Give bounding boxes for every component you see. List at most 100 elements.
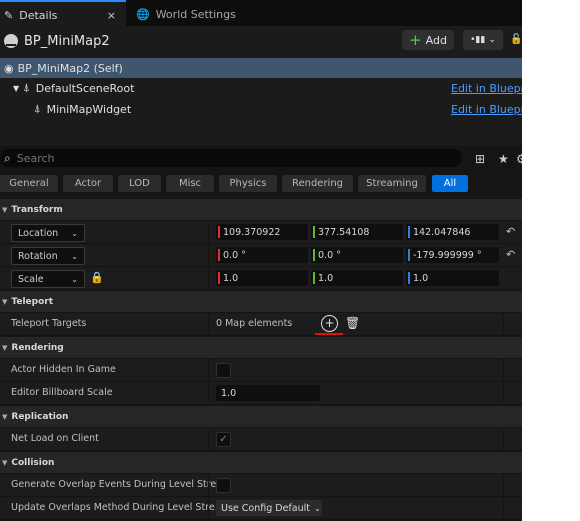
chevron-down-icon: ⌄ bbox=[313, 503, 321, 513]
blueprint-header: BP_MiniMap2 + Add •▮▮ ⌄ 🔓 bbox=[0, 26, 522, 56]
edit-in-blueprint-link[interactable]: Edit in Blueprint bbox=[451, 103, 522, 116]
expand-arrow-icon: ▼ bbox=[13, 83, 20, 93]
teleport-targets-label: Teleport Targets bbox=[11, 318, 87, 329]
rotation-dropdown[interactable]: Rotation ⌄ bbox=[11, 247, 85, 265]
tab-details-label: Details bbox=[19, 8, 58, 22]
rotation-z-field[interactable]: -179.999999 ° bbox=[406, 247, 499, 263]
actor-icon: ◉ bbox=[4, 61, 14, 75]
z-axis-marker bbox=[408, 226, 410, 238]
scale-y-field[interactable]: 1.0 bbox=[311, 270, 403, 286]
chevron-down-icon: ⌄ bbox=[71, 251, 78, 261]
column-divider bbox=[503, 382, 504, 404]
grid-view-icon[interactable]: ⊞ bbox=[475, 152, 485, 166]
column-divider bbox=[208, 221, 209, 243]
filter-streaming[interactable]: Streaming bbox=[358, 175, 426, 192]
tab-world-settings[interactable]: 🌐 World Settings bbox=[132, 2, 252, 26]
search-input[interactable] bbox=[14, 150, 399, 166]
generate-overlap-label: Generate Overlap Events During Level Str… bbox=[11, 479, 226, 490]
reset-arrow-icon[interactable]: ↶ bbox=[506, 248, 515, 261]
location-y-value: 377.54108 bbox=[318, 226, 370, 238]
filter-all[interactable]: All bbox=[432, 175, 468, 192]
hierarchy-icon: •▮▮ bbox=[470, 35, 486, 45]
column-divider bbox=[503, 428, 504, 450]
x-axis-marker bbox=[218, 272, 220, 284]
z-axis-marker bbox=[408, 249, 410, 261]
location-dropdown[interactable]: Location ⌄ bbox=[11, 224, 85, 242]
section-rendering[interactable]: ▼ Rendering bbox=[0, 337, 522, 358]
search-bar: ⌕ ⊞ ★ ⚙ bbox=[0, 146, 522, 170]
rotation-x-field[interactable]: 0.0 ° bbox=[216, 247, 308, 263]
property-scale: Scale ⌄ 🔒 1.0 1.0 1.0 bbox=[0, 267, 522, 290]
scale-x-field[interactable]: 1.0 bbox=[216, 270, 308, 286]
filter-lod[interactable]: LOD bbox=[118, 175, 161, 192]
section-collision[interactable]: ▼ Collision bbox=[0, 452, 522, 473]
actor-hidden-label: Actor Hidden In Game bbox=[11, 364, 116, 375]
filter-physics[interactable]: Physics bbox=[219, 175, 277, 192]
tree-item-default-scene-root[interactable]: ▼ ⍋ DefaultSceneRoot Edit in Blueprint bbox=[0, 78, 522, 98]
update-overlaps-dropdown[interactable]: Use Config Default ⌄ bbox=[216, 500, 322, 516]
map-elements-count: 0 Map elements bbox=[216, 318, 293, 329]
checkmark-icon: ✓ bbox=[219, 434, 228, 445]
property-teleport-targets: Teleport Targets 0 Map elements + 🗑 bbox=[0, 313, 522, 336]
column-divider bbox=[503, 474, 504, 496]
star-icon[interactable]: ★ bbox=[498, 152, 509, 166]
search-icon: ⌕ bbox=[4, 150, 11, 165]
y-axis-marker bbox=[313, 272, 315, 284]
filter-bar: General Actor LOD Misc Physics Rendering… bbox=[0, 173, 522, 195]
section-title: Replication bbox=[11, 411, 69, 422]
scale-y-value: 1.0 bbox=[318, 272, 334, 284]
filter-rendering[interactable]: Rendering bbox=[282, 175, 353, 192]
scale-x-value: 1.0 bbox=[223, 272, 239, 284]
section-teleport[interactable]: ▼ Teleport bbox=[0, 291, 522, 312]
filter-actor[interactable]: Actor bbox=[63, 175, 113, 192]
section-title: Transform bbox=[11, 204, 63, 215]
actor-hidden-checkbox[interactable] bbox=[216, 363, 231, 378]
tree-item-minimap-widget[interactable]: ⍋ MiniMapWidget Edit in Blueprint bbox=[0, 99, 522, 119]
net-load-checkbox[interactable]: ✓ bbox=[216, 432, 231, 447]
filter-misc[interactable]: Misc bbox=[166, 175, 214, 192]
column-divider bbox=[208, 313, 209, 335]
x-axis-marker bbox=[218, 226, 220, 238]
filter-general[interactable]: General bbox=[0, 175, 58, 192]
net-load-label: Net Load on Client bbox=[11, 433, 99, 444]
column-divider bbox=[208, 244, 209, 266]
lock-icon[interactable]: 🔓 bbox=[510, 34, 522, 46]
scale-label: Scale bbox=[18, 273, 44, 285]
add-element-icon[interactable]: + bbox=[321, 315, 338, 332]
column-divider bbox=[503, 359, 504, 381]
scene-component-icon: ⍋ bbox=[23, 81, 30, 94]
collapse-arrow-icon: ▼ bbox=[2, 458, 8, 467]
section-title: Rendering bbox=[11, 342, 64, 353]
billboard-scale-input[interactable]: 1.0 bbox=[216, 385, 320, 401]
scale-dropdown[interactable]: Scale ⌄ bbox=[11, 270, 85, 288]
section-replication[interactable]: ▼ Replication bbox=[0, 406, 522, 427]
add-component-button[interactable]: + Add bbox=[402, 30, 454, 50]
add-button-label: Add bbox=[425, 33, 447, 47]
scale-z-field[interactable]: 1.0 bbox=[406, 270, 499, 286]
view-options-button[interactable]: •▮▮ ⌄ bbox=[463, 30, 503, 50]
location-x-field[interactable]: 109.370922 bbox=[216, 224, 308, 240]
column-divider bbox=[208, 497, 209, 519]
search-box[interactable]: ⌕ bbox=[0, 149, 462, 167]
y-axis-marker bbox=[313, 249, 315, 261]
details-panel: ✎ Details × 🌐 World Settings BP_MiniMap2… bbox=[0, 0, 522, 521]
property-rotation: Rotation ⌄ 0.0 ° 0.0 ° -179.999999 ° ↶ bbox=[0, 244, 522, 267]
billboard-scale-label: Editor Billboard Scale bbox=[11, 387, 113, 398]
section-transform[interactable]: ▼ Transform bbox=[0, 199, 522, 220]
lock-icon[interactable]: 🔒 bbox=[90, 271, 104, 284]
trash-icon[interactable]: 🗑 bbox=[345, 316, 360, 330]
tree-item-self[interactable]: ◉ BP_MiniMap2 (Self) bbox=[0, 58, 522, 78]
tab-bar: ✎ Details × 🌐 World Settings bbox=[0, 0, 522, 28]
edit-in-blueprint-link[interactable]: Edit in Blueprint bbox=[451, 82, 522, 95]
close-icon[interactable]: × bbox=[107, 9, 116, 22]
column-divider bbox=[208, 267, 209, 289]
location-z-field[interactable]: 142.047846 bbox=[406, 224, 499, 240]
reset-arrow-icon[interactable]: ↶ bbox=[506, 225, 515, 238]
rotation-y-field[interactable]: 0.0 ° bbox=[311, 247, 403, 263]
settings-icon[interactable]: ⚙ bbox=[516, 152, 522, 166]
property-net-load: Net Load on Client ✓ bbox=[0, 428, 522, 451]
tab-details[interactable]: ✎ Details × bbox=[0, 0, 126, 28]
location-y-field[interactable]: 377.54108 bbox=[311, 224, 403, 240]
generate-overlap-checkbox[interactable] bbox=[216, 478, 231, 493]
chevron-down-icon: ⌄ bbox=[488, 35, 496, 45]
